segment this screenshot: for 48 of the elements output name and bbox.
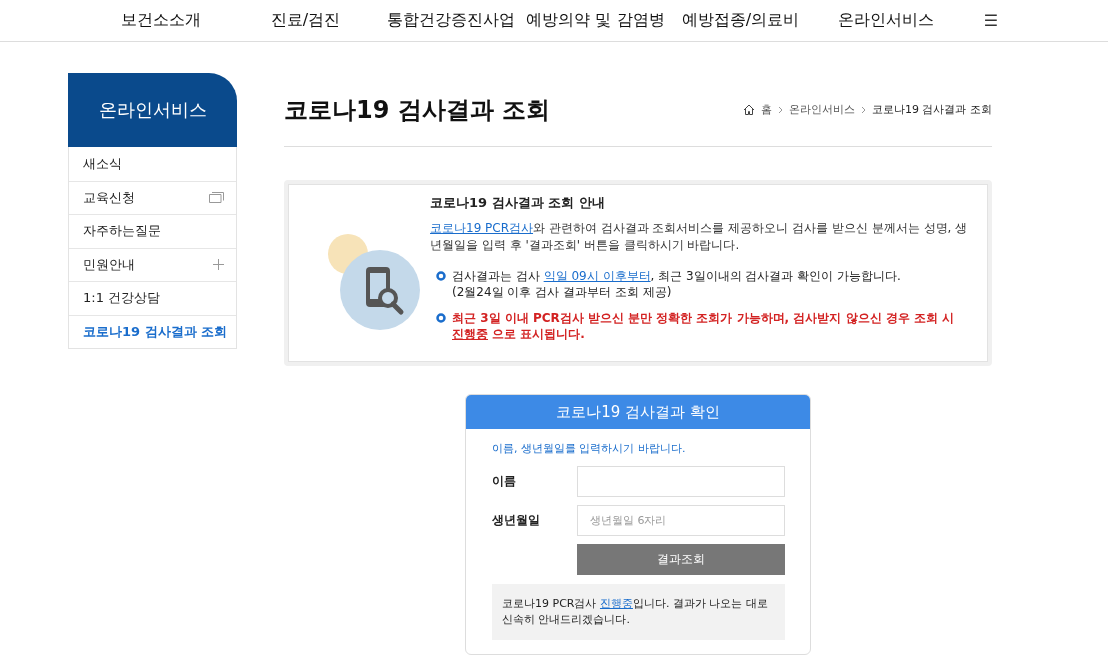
bullet-icon [436,271,446,281]
text-link[interactable]: 익일 09시 이후부터 [543,269,651,283]
sidebar-item[interactable]: 새소식 [69,147,236,181]
input-field[interactable] [577,466,785,497]
notice-title: 코로나19 검사결과 조회 안내 [430,194,606,212]
sidebar-item[interactable]: 민원안내 [69,247,236,281]
sidebar-item[interactable]: 자주하는질문 [69,214,236,248]
nav-menu-item[interactable]: 예방접종/의료비 [668,10,813,31]
breadcrumb-link[interactable]: 홈 [761,102,772,117]
breadcrumb-link[interactable]: 온라인서비스 [789,102,855,117]
nav-menu-item[interactable]: 온라인서비스 [813,10,958,31]
sidebar-item-label: 민원안내 [83,255,135,274]
notice-paragraph: 코로나19 PCR검사와 관련하여 검사결과 조회서비스를 제공하오니 검사를 받으신 분께서는 성명, 생년월일을 입력 후 '결과조회' 버튼을 클릭하시기 바랍니다. [430,220,968,254]
nav-menu-item[interactable]: 진료/검진 [233,10,378,31]
notice-note: 최근 3일 이내 PCR검사 받으신 분만 정확한 조회가 가능하며, 검사받지 않으신 경우 조회 시 진행중 으로 표시됩니다. [452,310,956,342]
text-link[interactable]: 진행중 [452,327,488,341]
sidebar-item-label: 코로나19 검사결과 조회 [83,322,228,341]
nav-menu-item[interactable]: 보건소소개 [88,10,233,31]
bullet-icon [436,313,446,323]
sidebar-item[interactable]: 코로나19 검사결과 조회 [69,314,236,348]
nav-menu-item[interactable]: 통합건강증진사업 [378,10,523,31]
search-button[interactable]: 결과조회 [577,544,785,575]
sidebar-item-label: 새소식 [83,154,122,173]
sidebar-item-label: 자주하는질문 [83,222,161,241]
nav-menu-item[interactable]: 예방의약 및 감염병 [523,10,668,31]
sidebar-item[interactable]: 1:1 건강상담 [69,281,236,315]
chevron-icon [861,105,866,114]
menu-icon[interactable]: ☰ [958,11,998,30]
page-title: 코로나19 검사결과 조회 [284,94,551,126]
field-label: 이름 [492,473,517,490]
breadcrumb-link[interactable]: 코로나19 검사결과 조회 [872,102,992,117]
phone-search-icon [328,234,420,330]
text-link[interactable]: 코로나19 PCR검사 [430,221,534,235]
home-icon [743,104,755,115]
input-field[interactable]: 생년월일 6자리 [577,505,785,536]
new-window-icon [209,192,224,204]
form-hint: 이름, 생년월일를 입력하시기 바랍니다. [492,441,687,456]
text-link[interactable]: 진행중 [599,597,633,610]
sidebar-header: 온라인서비스 [68,73,237,147]
status-message: 코로나19 PCR검사 진행중입니다. 결과가 나오는 대로 신속히 안내드리겠습니다. [492,584,785,640]
chevron-icon [778,105,783,114]
sidebar-item-label: 1:1 건강상담 [83,289,161,308]
plus-icon [213,259,224,271]
sidebar-item[interactable]: 교육신청 [69,180,236,214]
sidebar-item-label: 교육신청 [83,188,135,207]
notice-note: 검사결과는 검사 익일 09시 이후부터, 최근 3일이내의 검사결과 확인이 가능합니다. (2월24일 이후 검사 결과부터 조회 제공) [452,268,901,300]
form-header: 코로나19 검사결과 확인 [466,395,810,429]
field-label: 생년월일 [492,512,541,529]
